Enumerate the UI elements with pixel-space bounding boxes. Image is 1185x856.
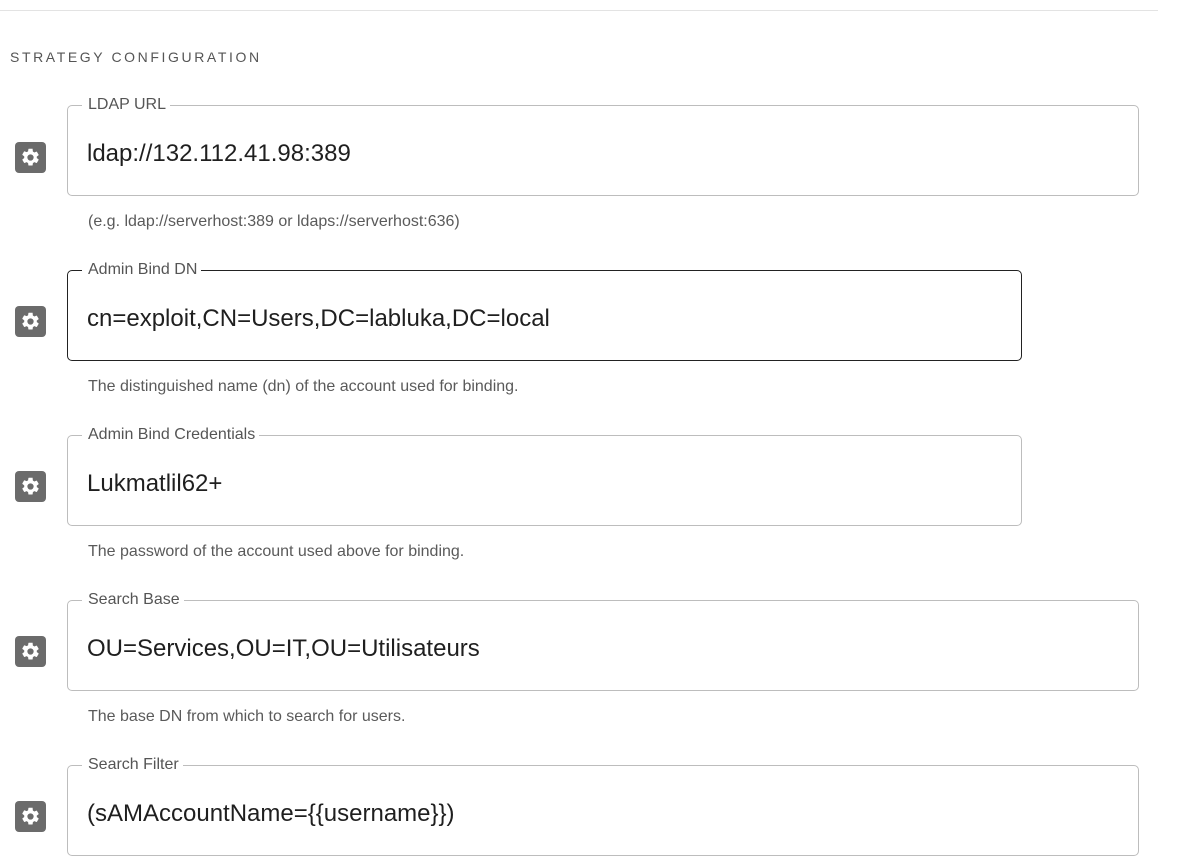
admin-bind-dn-input[interactable]: cn=exploit,CN=Users,DC=labluka,DC=local: [87, 305, 550, 333]
gear-icon[interactable]: [15, 306, 46, 337]
search-filter-input[interactable]: (sAMAccountName={{username}}): [87, 800, 455, 828]
gear-icon[interactable]: [15, 142, 46, 173]
search-base-input[interactable]: OU=Services,OU=IT,OU=Utilisateurs: [87, 635, 480, 663]
gear-icon[interactable]: [15, 636, 46, 667]
top-divider: [0, 10, 1158, 11]
search-filter-label: Search Filter: [82, 756, 183, 774]
gear-icon-glyph: [22, 477, 39, 495]
admin-bind-credentials-input[interactable]: Lukmatlil62+: [87, 470, 222, 498]
gear-icon[interactable]: [15, 801, 46, 832]
ldap-url-label: LDAP URL: [82, 96, 170, 114]
admin-bind-credentials-helper: The password of the account used above f…: [88, 543, 465, 560]
admin-bind-dn-helper: The distinguished name (dn) of the accou…: [88, 378, 519, 395]
gear-icon-glyph: [22, 807, 39, 825]
section-title: STRATEGY CONFIGURATION: [10, 49, 262, 65]
search-base-label: Search Base: [82, 591, 184, 609]
gear-icon-glyph: [22, 312, 39, 330]
admin-bind-dn-label: Admin Bind DN: [82, 261, 202, 279]
search-filter-field[interactable]: Search Filter (sAMAccountName={{username…: [67, 756, 1139, 856]
admin-bind-credentials-label: Admin Bind Credentials: [82, 426, 260, 444]
ldap-url-field[interactable]: LDAP URL ldap://132.112.41.98:389: [67, 96, 1139, 196]
admin-bind-credentials-field[interactable]: Admin Bind Credentials Lukmatlil62+: [67, 426, 1022, 526]
gear-icon-glyph: [22, 148, 39, 166]
admin-bind-dn-field[interactable]: Admin Bind DN cn=exploit,CN=Users,DC=lab…: [67, 261, 1022, 361]
gear-icon[interactable]: [15, 471, 46, 502]
gear-icon-glyph: [22, 642, 39, 660]
ldap-url-helper: (e.g. ldap://serverhost:389 or ldaps://s…: [88, 213, 460, 230]
search-base-helper: The base DN from which to search for use…: [88, 708, 406, 725]
ldap-url-input[interactable]: ldap://132.112.41.98:389: [87, 140, 351, 168]
search-base-field[interactable]: Search Base OU=Services,OU=IT,OU=Utilisa…: [67, 591, 1139, 691]
